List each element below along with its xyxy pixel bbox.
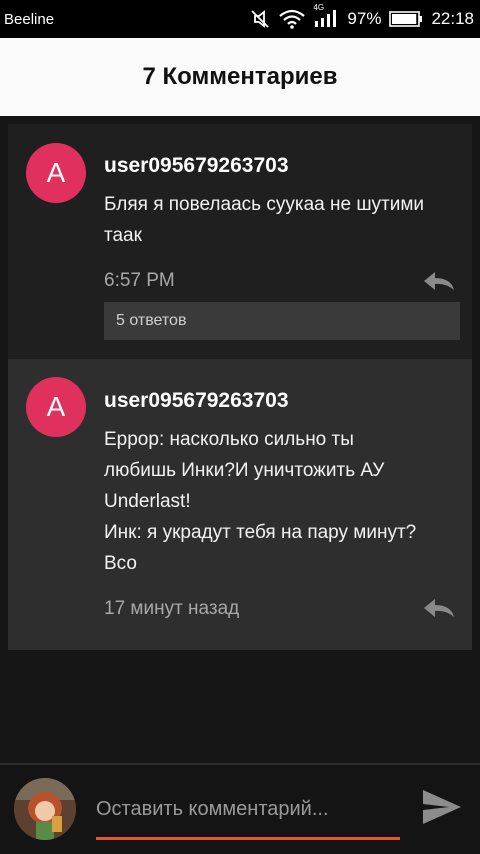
page-title: 7 Комментариев (142, 63, 338, 90)
comment-item[interactable]: A user095679263703 Еррор: насколько силь… (8, 359, 472, 650)
send-icon (421, 788, 463, 831)
send-button[interactable] (418, 787, 466, 831)
avatar-letter: A (46, 391, 66, 422)
comment-time: 17 минут назад (104, 598, 240, 619)
comment-composer (0, 765, 480, 854)
status-bar: Beeline 4G 97% 22:18 (0, 0, 480, 38)
mute-icon (249, 9, 271, 29)
comment-text-line: Еррор: насколько сильно ты (104, 429, 354, 450)
comment-input[interactable] (96, 789, 400, 829)
comment-time: 6:57 PM (104, 270, 175, 291)
status-icons: 4G 97% 22:18 (249, 3, 474, 29)
comment-text-line: Инк: я украдут тебя на пару минут? (104, 522, 417, 543)
comments-header: 7 Комментариев (0, 38, 480, 116)
comments-list[interactable]: A user095679263703 Бляя я повелаась суук… (8, 124, 472, 650)
view-replies-button[interactable]: 5 ответов (104, 302, 460, 340)
comment-username[interactable]: user095679263703 (104, 389, 289, 413)
replies-label: 5 ответов (116, 312, 187, 329)
comment-text: Еррор: насколько сильно ты любишь Инки?И… (104, 424, 466, 579)
comment-text: Бляя я повелаась суукаа не шутими таак (104, 194, 425, 246)
network-type: 4G (313, 3, 325, 12)
comment-text-line: Underlast! (104, 491, 191, 512)
battery-percent: 97% (347, 9, 382, 28)
comment-text-line: Всо (104, 553, 137, 574)
battery-icon (389, 10, 423, 28)
avatar[interactable]: A (26, 143, 86, 203)
clock: 22:18 (431, 9, 474, 28)
reply-icon[interactable] (422, 597, 456, 624)
wifi-icon (279, 9, 306, 29)
input-underline (96, 837, 400, 840)
avatar-letter: A (46, 157, 66, 188)
comment-item[interactable]: A user095679263703 Бляя я повелаась суук… (8, 124, 472, 359)
reply-icon[interactable] (422, 270, 456, 297)
avatar[interactable]: A (26, 377, 86, 437)
carrier-name: Beeline (4, 10, 55, 28)
signal-icon: 4G (313, 3, 339, 29)
comment-username[interactable]: user095679263703 (104, 154, 289, 178)
user-avatar[interactable] (14, 778, 76, 840)
comment-text-line: любишь Инки?И уничтожить АУ (104, 460, 385, 481)
